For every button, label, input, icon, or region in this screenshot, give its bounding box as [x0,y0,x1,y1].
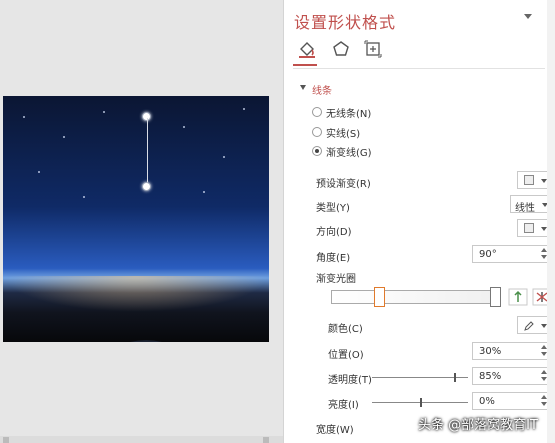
star [103,111,105,113]
gradient-stops-label: 渐变光圈 [316,274,356,285]
type-label: 类型(Y) [316,203,350,214]
transparency-input[interactable]: 85% [472,367,551,385]
preset-gradient-button[interactable] [517,171,551,189]
gradient-line [147,118,148,187]
tabs-divider [293,68,545,69]
star [83,196,85,198]
transparency-label: 透明度(T) [328,375,372,386]
preset-gradient-label: 预设渐变(R) [316,179,371,190]
size-properties-icon[interactable] [362,38,384,60]
section-line-header[interactable]: 线条 [312,82,332,97]
direction-label: 方向(D) [316,227,352,238]
mountain-silhouette [130,340,162,342]
color-label: 颜色(C) [328,324,363,335]
direction-swatch [524,223,534,233]
star [23,116,25,118]
radio-label-solid-line[interactable]: 实线(S) [326,125,360,140]
position-label: 位置(O) [328,350,364,361]
slide-canvas [0,0,283,443]
gradient-stops-bar[interactable] [331,290,497,304]
active-tab-indicator [293,64,317,66]
brightness-label: 亮度(I) [328,400,359,411]
fill-line-icon[interactable] [296,38,318,60]
angle-label: 角度(E) [316,253,351,264]
brightness-slider[interactable] [372,398,468,407]
star [203,191,205,193]
pen-icon [524,321,534,331]
width-label: 宽度(W) [316,425,354,436]
watermark-text: 头条 @部落窝教育IT [418,418,538,433]
slide-night-camp-image[interactable] [3,96,269,342]
brightness-value: 0% [479,396,495,407]
radio-solid-line[interactable] [312,127,322,137]
color-picker-button[interactable] [517,316,551,334]
type-select-value: 线性 [515,203,535,214]
star [38,171,40,173]
pane-vertical-scrollbar[interactable] [547,0,555,443]
gradient-stop-handle[interactable] [490,287,501,307]
gradient-line-end-handle[interactable] [142,182,151,191]
angle-input[interactable]: 90° [472,245,551,263]
type-select[interactable]: 线性 [510,195,551,214]
position-value: 30% [479,346,502,357]
pane-options-icon[interactable] [524,14,532,19]
star [243,108,245,110]
radio-no-line[interactable] [312,107,322,117]
horizon-glow [3,276,269,312]
star [63,136,65,138]
angle-value: 90° [479,249,497,260]
radio-label-no-line[interactable]: 无线条(N) [326,105,371,120]
brightness-slider-knob[interactable] [420,398,422,407]
scroll-right-icon[interactable] [263,437,269,443]
effects-pentagon-icon[interactable] [330,38,352,60]
transparency-value: 85% [479,371,502,382]
scroll-left-icon[interactable] [3,437,9,443]
add-gradient-stop-icon[interactable] [508,288,528,306]
direction-button[interactable] [517,219,551,237]
transparency-slider-knob[interactable] [454,373,456,382]
horizontal-scrollbar[interactable] [0,436,283,443]
pane-tabs [296,38,386,62]
preset-gradient-swatch [524,175,534,185]
radio-label-gradient-line[interactable]: 渐变线(G) [326,144,372,159]
gradient-stop-handle-active[interactable] [374,287,385,307]
star [223,156,225,158]
collapse-triangle-icon[interactable] [300,85,306,90]
star [183,126,185,128]
radio-gradient-line[interactable] [312,146,322,156]
format-shape-pane: 设置形状格式 线条 无线条(N) 实线(S) 渐变线(G) 预设渐变(R) 类型… [283,0,555,443]
pane-title: 设置形状格式 [294,13,397,32]
brightness-input[interactable]: 0% [472,392,551,410]
position-input[interactable]: 30% [472,342,551,360]
transparency-slider[interactable] [372,373,468,382]
